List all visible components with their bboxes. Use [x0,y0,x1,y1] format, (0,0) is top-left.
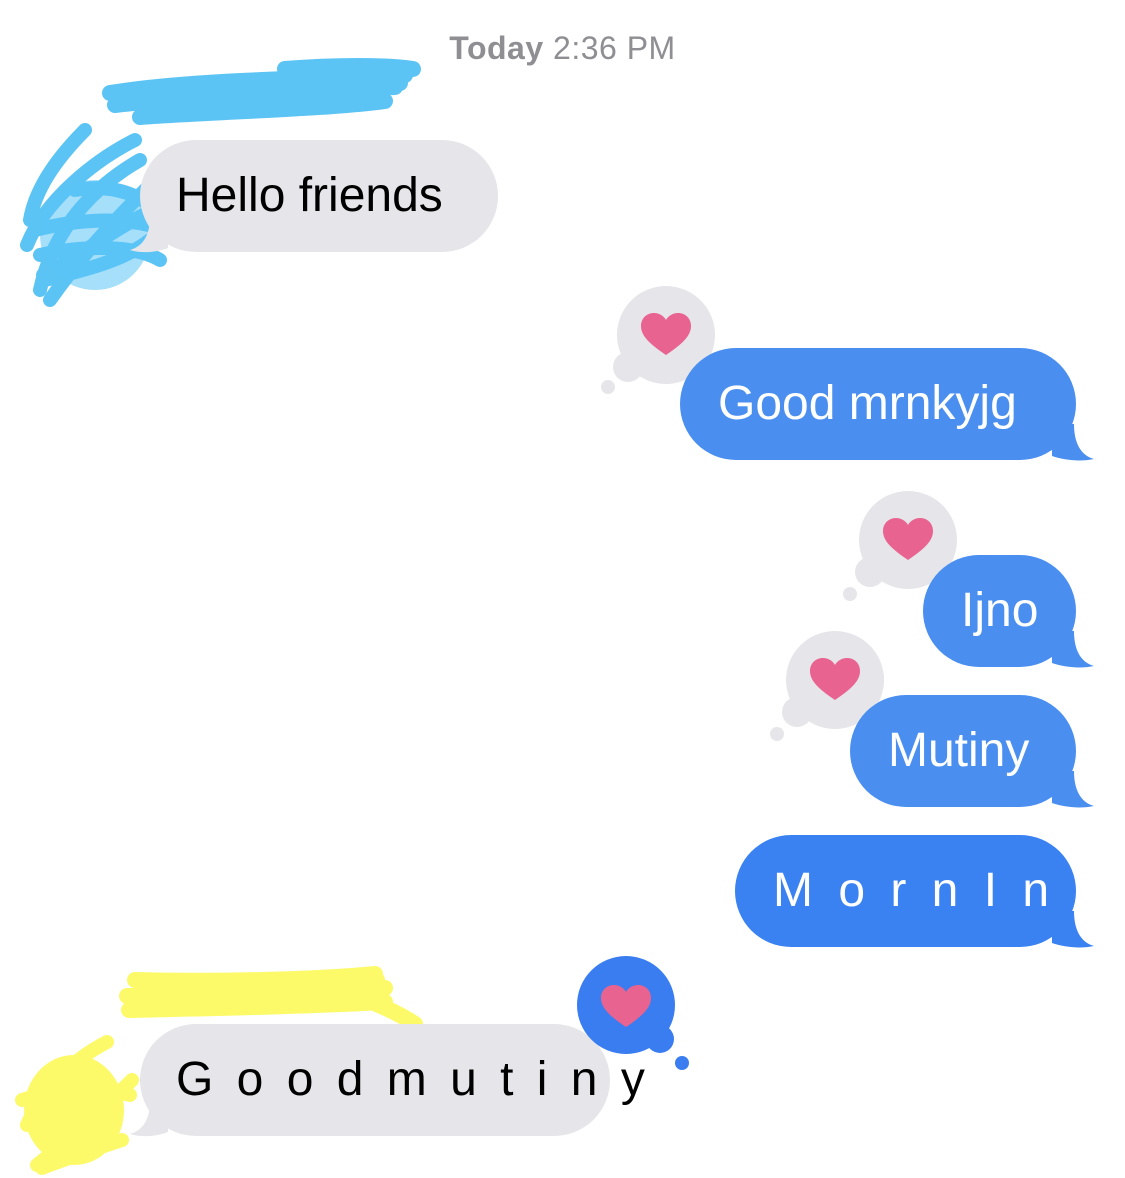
message-bubble-incoming[interactable]: Hello friends [140,140,498,252]
message-bubble-incoming[interactable]: G o o d m u t i n y [140,1024,645,1136]
message-bubble-outgoing[interactable]: Mutiny [850,695,1076,807]
redacted-avatar-yellow [15,1035,139,1175]
reaction-tapback-mine[interactable] [572,955,694,1077]
bubble-tail-outgoing [1052,631,1094,668]
timestamp-day: Today [449,30,544,66]
bubble-tail-outgoing [1052,771,1094,808]
timestamp-time: 2:36 PM [553,30,676,66]
bubble-tail-outgoing [1052,424,1094,461]
message-bubble-outgoing[interactable]: Good mrnkyjg [680,348,1076,460]
message-bubble-outgoing[interactable]: M o r n I n g [735,835,1101,947]
message-text: Good mrnkyjg [718,377,1017,430]
message-text: Mutiny [888,724,1030,777]
bubble-tail-outgoing [1052,911,1094,948]
message-text: Hello friends [176,169,443,222]
message-text: M o r n I n g [773,864,1108,917]
message-text: Ijno [961,584,1039,637]
